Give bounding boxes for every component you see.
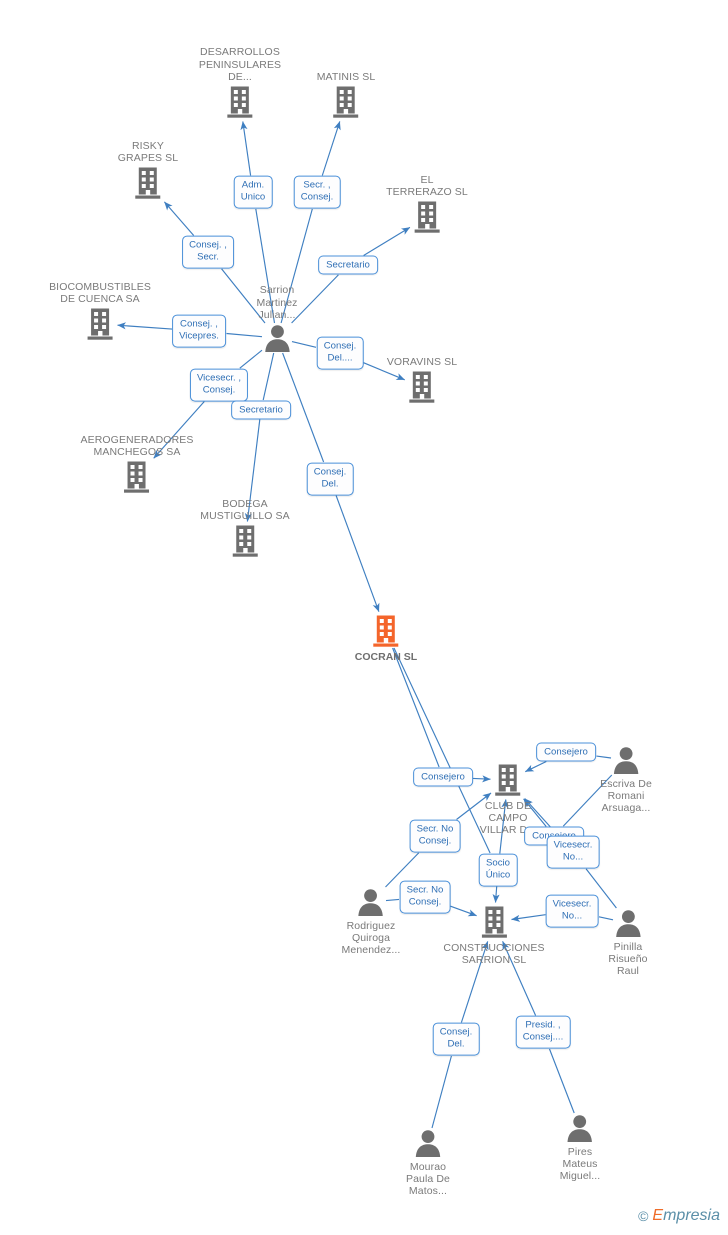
role-label-r-secr-no-2[interactable]: Secr. No Consej. (399, 880, 451, 914)
role-label-r-consej-secr[interactable]: Consej. , Secr. (182, 235, 234, 269)
person-node-mourao[interactable]: Mourao Paula De Matos... (406, 1128, 450, 1198)
edge-sarrion-to-r-secretario-1 (291, 274, 339, 324)
company-node-aerogenerad[interactable]: AEROGENERADORES MANCHEGOS SA (81, 434, 194, 494)
role-label-r-vicesecr-cons[interactable]: Vicesecr. , Consej. (189, 368, 249, 402)
edge-r-socio-unico-to-construcciones (492, 886, 500, 903)
node-caption: COCRAN SL (354, 651, 418, 663)
role-label-r-consejero-1[interactable]: Consejero (413, 767, 473, 787)
role-label-r-consej-del-3[interactable]: Consej. Del. (432, 1022, 480, 1056)
company-building-icon (135, 167, 161, 199)
company-building-icon (409, 371, 435, 403)
company-node-desarrollos[interactable]: DESARROLLOS PENINSULARES DE... (199, 46, 281, 119)
edge-r-consej-del-2-to-cocran (335, 495, 380, 612)
node-caption: Sarrion Martinez Julian... (256, 284, 298, 321)
company-node-construcciones[interactable]: CONSTRUCCIONES SARRION SL (443, 905, 544, 966)
role-label-r-vicesecr-no-2[interactable]: Vicesecr. No... (545, 894, 599, 928)
company-node-biocombust[interactable]: BIOCOMBUSTIBLES DE CUENCA SA (49, 281, 151, 341)
node-caption: Escriva De Romani Arsuaga... (600, 778, 652, 815)
node-caption: EL TERRERAZO SL (386, 173, 468, 198)
company-building-icon (232, 525, 258, 557)
person-icon (264, 325, 290, 352)
node-caption: VORAVINS SL (386, 355, 458, 368)
node-caption: RISKY GRAPES SL (117, 139, 179, 164)
person-icon (615, 910, 641, 937)
person-node-pires[interactable]: Pires Mateus Miguel... (560, 1113, 601, 1183)
company-building-icon (495, 764, 521, 796)
edge-pires-to-r-presid-consej (548, 1048, 575, 1114)
node-caption: Rodriguez Quiroga Menendez... (341, 920, 401, 957)
role-label-r-consej-del-2[interactable]: Consej. Del. (306, 462, 354, 496)
role-label-r-adm-unico[interactable]: Adm. Unico (233, 175, 273, 209)
company-node-voravins[interactable]: VORAVINS SL (387, 356, 457, 404)
company-building-icon (227, 86, 253, 118)
edge-r-consej-secr-to-risky (163, 201, 195, 236)
person-node-sarrion[interactable]: Sarrion Martinez Julian... (256, 284, 297, 353)
node-caption: Pinilla Risueño Raul (608, 941, 648, 978)
company-node-matinis[interactable]: MATINIS SL (317, 71, 376, 119)
role-label-r-consejero-2[interactable]: Consejero (536, 742, 596, 762)
company-node-bodega[interactable]: BODEGA MUSTIGUILLO SA (200, 498, 290, 558)
edge-mourao-to-r-consej-del-3 (431, 1055, 452, 1129)
node-caption: DESARROLLOS PENINSULARES DE... (198, 46, 282, 83)
company-node-cocran[interactable]: COCRAN SL (355, 614, 417, 663)
node-caption: BODEGA MUSTIGUILLO SA (200, 497, 290, 522)
role-label-r-socio-unico[interactable]: Socio Único (478, 853, 518, 887)
node-caption: Mourao Paula De Matos... (406, 1161, 450, 1198)
person-node-escriva[interactable]: Escriva De Romani Arsuaga... (600, 745, 652, 815)
role-label-r-consej-vicep[interactable]: Consej. , Vicepres. (172, 314, 226, 348)
node-caption: Pires Mateus Miguel... (559, 1146, 601, 1183)
person-icon (358, 889, 384, 916)
node-caption: MATINIS SL (316, 70, 376, 83)
node-caption: BIOCOMBUSTIBLES DE CUENCA SA (49, 280, 151, 305)
brand-name: Empresia (652, 1207, 720, 1224)
person-icon (567, 1115, 593, 1142)
person-icon (415, 1130, 441, 1157)
node-caption: CONSTRUCCIONES SARRION SL (443, 942, 545, 967)
role-label-r-secr-no-1[interactable]: Secr. No Consej. (409, 819, 461, 853)
role-label-r-secretario-2[interactable]: Secretario (231, 400, 291, 420)
node-caption: AEROGENERADORES MANCHEGOS SA (80, 433, 194, 458)
person-node-pinilla[interactable]: Pinilla Risueño Raul (608, 908, 648, 978)
diagram-canvas: DESARROLLOS PENINSULARES DE... MATINIS SL… (0, 0, 728, 1235)
edge-sarrion-to-r-secretario-2 (262, 352, 275, 401)
role-label-r-secretario-1[interactable]: Secretario (318, 255, 378, 275)
edge-r-secr-consej-1-to-matinis (321, 121, 341, 176)
company-node-terrerazo[interactable]: EL TERRERAZO SL (386, 174, 468, 234)
company-building-icon (333, 86, 359, 118)
edge-cocran-to-r-consejero-1 (392, 647, 440, 768)
watermark: © Empresia (638, 1207, 720, 1225)
company-building-icon (373, 615, 399, 647)
person-node-rodriguez[interactable]: Rodriguez Quiroga Menendez... (342, 887, 401, 957)
role-label-r-presid-consej[interactable]: Presid. , Consej.... (515, 1015, 571, 1049)
role-label-r-consej-del-1[interactable]: Consej. Del.... (316, 336, 364, 370)
edge-r-adm-unico-to-desarrollos (240, 121, 252, 176)
role-label-r-vicesecr-no-1[interactable]: Vicesecr. No... (546, 835, 600, 869)
company-node-risky[interactable]: RISKY GRAPES SL (118, 140, 178, 200)
company-building-icon (414, 201, 440, 233)
person-icon (613, 747, 639, 774)
role-label-r-secr-consej-1[interactable]: Secr. , Consej. (293, 175, 341, 209)
copyright-icon: © (638, 1208, 649, 1224)
company-building-icon (124, 461, 150, 493)
company-building-icon (87, 308, 113, 340)
company-building-icon (481, 906, 507, 938)
